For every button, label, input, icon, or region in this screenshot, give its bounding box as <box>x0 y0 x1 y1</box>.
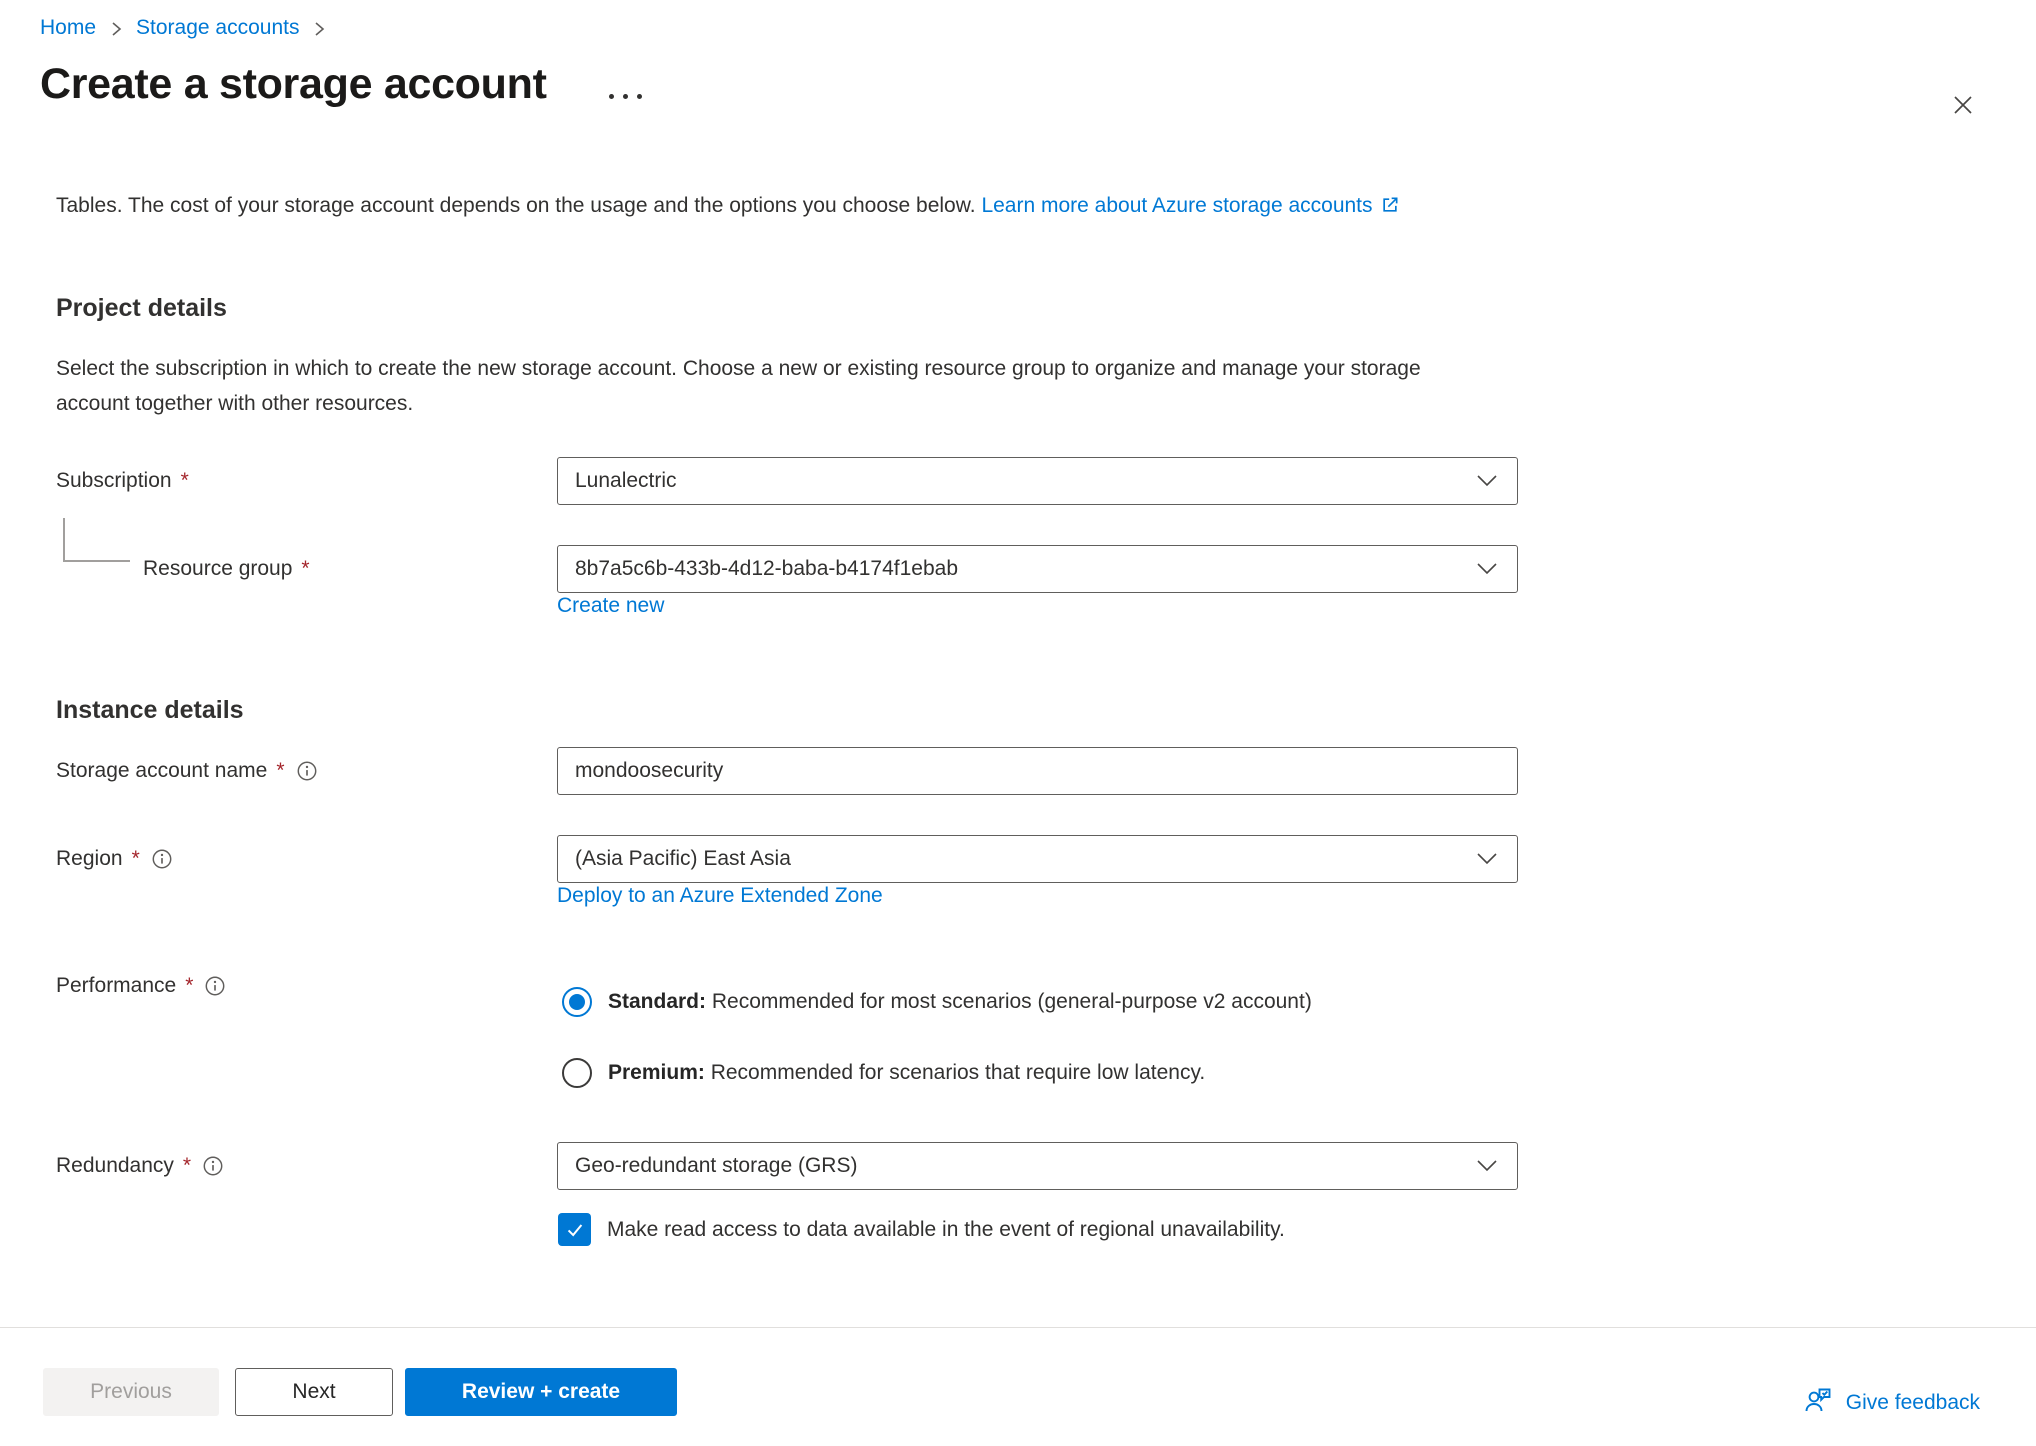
subscription-label: Subscription * <box>56 469 557 493</box>
description-text: Tables. The cost of your storage account… <box>56 194 976 217</box>
chevron-down-icon <box>1475 1158 1499 1174</box>
feedback-label: Give feedback <box>1846 1391 1980 1415</box>
project-details-description: Select the subscription in which to crea… <box>56 351 1426 421</box>
required-marker: * <box>185 974 193 998</box>
subscription-dropdown[interactable]: Lunalectric <box>557 457 1518 505</box>
breadcrumb: Home Storage accounts <box>40 16 339 40</box>
footer-divider <box>0 1327 2036 1328</box>
region-row: Region * (Asia Pacific) East Asia <box>56 835 1520 883</box>
subscription-row: Subscription * Lunalectric <box>56 457 1520 505</box>
performance-premium-text: Premium: Recommended for scenarios that … <box>608 1061 1205 1085</box>
region-dropdown[interactable]: (Asia Pacific) East Asia <box>557 835 1518 883</box>
footer-actions: Previous Next Review + create <box>43 1368 677 1416</box>
performance-option-premium[interactable]: Premium: Recommended for scenarios that … <box>562 1058 1205 1088</box>
required-marker: * <box>181 469 189 493</box>
performance-label: Performance * <box>56 974 226 998</box>
radio-unselected-icon[interactable] <box>562 1058 592 1088</box>
info-icon[interactable] <box>202 1155 224 1177</box>
resource-group-dropdown[interactable]: 8b7a5c6b-433b-4d12-baba-b4174f1ebab <box>557 545 1518 593</box>
required-marker: * <box>132 847 140 871</box>
storage-account-name-label: Storage account name * <box>56 759 557 783</box>
breadcrumb-home[interactable]: Home <box>40 16 96 40</box>
performance-standard-text: Standard: Recommended for most scenarios… <box>608 990 1312 1014</box>
checkbox-checked-icon[interactable] <box>558 1213 591 1246</box>
storage-account-name-input[interactable] <box>557 747 1518 795</box>
create-new-link[interactable]: Create new <box>557 594 664 618</box>
chevron-down-icon <box>1475 561 1499 577</box>
feedback-icon <box>1802 1384 1834 1422</box>
page-description: Tables. The cost of your storage account… <box>56 188 1426 226</box>
info-icon[interactable] <box>204 975 226 997</box>
breadcrumb-storage-accounts[interactable]: Storage accounts <box>136 16 299 40</box>
chevron-down-icon <box>1475 473 1499 489</box>
chevron-right-icon <box>109 20 123 38</box>
redundancy-dropdown[interactable]: Geo-redundant storage (GRS) <box>557 1142 1518 1190</box>
performance-option-standard[interactable]: Standard: Recommended for most scenarios… <box>562 987 1312 1017</box>
required-marker: * <box>301 557 309 581</box>
resource-group-label: Resource group * <box>56 557 557 581</box>
redundancy-label: Redundancy * <box>56 1154 557 1178</box>
info-icon[interactable] <box>296 760 318 782</box>
more-options-icon[interactable] <box>605 90 646 103</box>
read-access-checkbox-label: Make read access to data available in th… <box>607 1218 1285 1242</box>
section-heading-project-details: Project details <box>56 294 227 323</box>
page-title: Create a storage account <box>40 58 547 110</box>
region-label: Region * <box>56 847 557 871</box>
resource-group-row: Resource group * 8b7a5c6b-433b-4d12-baba… <box>56 545 1520 593</box>
chevron-right-icon <box>312 20 326 38</box>
form-content: Tables. The cost of your storage account… <box>56 188 1520 1268</box>
storage-account-name-row: Storage account name * <box>56 747 1520 795</box>
review-create-button[interactable]: Review + create <box>405 1368 677 1416</box>
page-header: Create a storage account <box>40 58 646 110</box>
next-button[interactable]: Next <box>235 1368 393 1416</box>
learn-more-link[interactable]: Learn more about Azure storage accounts <box>981 194 1399 217</box>
radio-selected-icon[interactable] <box>562 987 592 1017</box>
read-access-checkbox-row[interactable]: Make read access to data available in th… <box>558 1213 1285 1246</box>
previous-button[interactable]: Previous <box>43 1368 219 1416</box>
give-feedback-link[interactable]: Give feedback <box>1802 1384 1980 1422</box>
deploy-extended-zone-link[interactable]: Deploy to an Azure Extended Zone <box>557 884 883 908</box>
redundancy-value: Geo-redundant storage (GRS) <box>575 1154 857 1178</box>
section-heading-instance-details: Instance details <box>56 696 244 725</box>
external-link-icon <box>1380 191 1400 226</box>
required-marker: * <box>183 1154 191 1178</box>
subscription-value: Lunalectric <box>575 469 677 493</box>
close-icon[interactable] <box>1942 84 1984 126</box>
info-icon[interactable] <box>151 848 173 870</box>
redundancy-row: Redundancy * Geo-redundant storage (GRS) <box>56 1142 1520 1190</box>
resource-group-value: 8b7a5c6b-433b-4d12-baba-b4174f1ebab <box>575 557 958 581</box>
required-marker: * <box>276 759 284 783</box>
chevron-down-icon <box>1475 851 1499 867</box>
region-value: (Asia Pacific) East Asia <box>575 847 791 871</box>
